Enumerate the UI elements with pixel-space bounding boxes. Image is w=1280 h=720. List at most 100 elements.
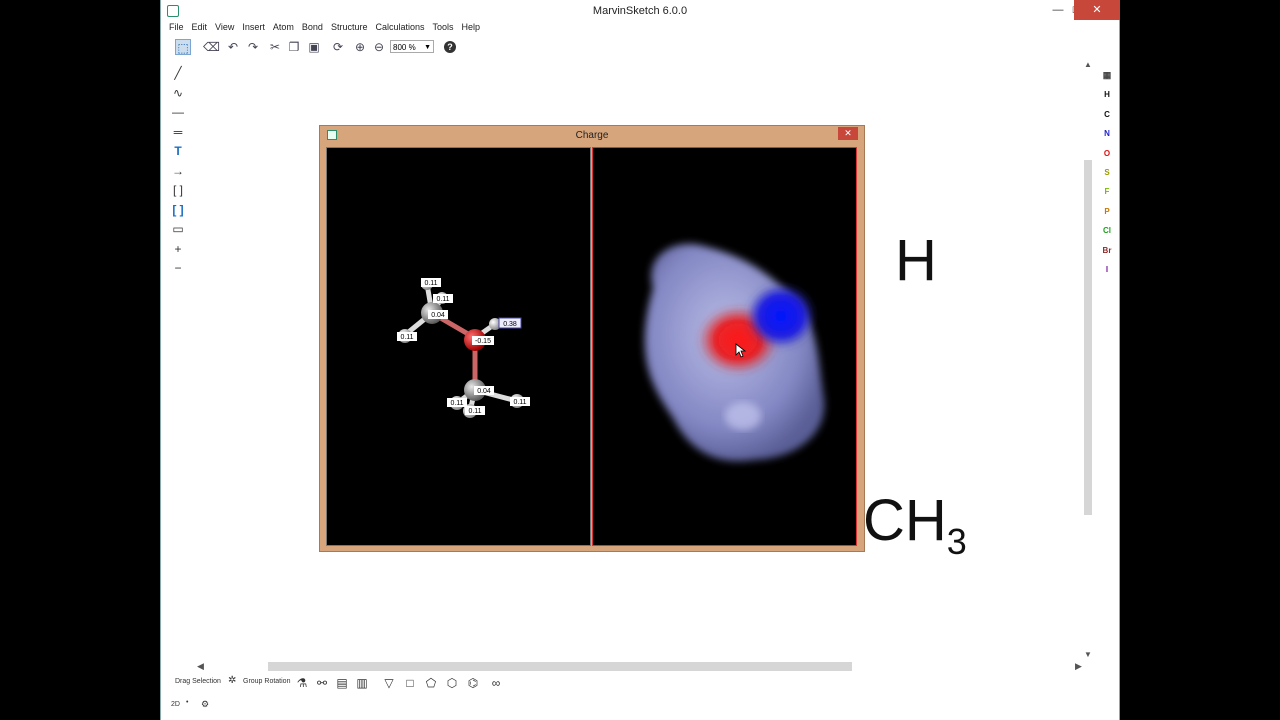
ball-stick-viewer[interactable]: 0.11 0.11 0.04 0.11 -0.15 0.38 0.04 0.11…: [326, 147, 591, 546]
charge-surface: [644, 243, 825, 462]
arrow-tool-icon[interactable]: →: [169, 164, 187, 184]
periodic-table-icon[interactable]: ▦: [1098, 66, 1116, 85]
charge-label: -0.15: [475, 338, 491, 345]
element-h-button[interactable]: H: [1098, 85, 1116, 104]
scroll-down-icon[interactable]: ▼: [1083, 650, 1093, 659]
element-s-button[interactable]: S: [1098, 163, 1116, 182]
rotate-3d-icon[interactable]: ⟳: [330, 39, 346, 55]
dialog-close-button[interactable]: ✕: [838, 127, 858, 140]
zoom-select[interactable]: 800 % ▼: [390, 40, 434, 53]
undo-icon[interactable]: ↶: [225, 39, 241, 55]
scroll-right-icon[interactable]: ▶: [1075, 661, 1082, 672]
double-bond-icon[interactable]: ═: [169, 125, 187, 145]
vertical-scroll-thumb[interactable]: [1084, 160, 1092, 515]
element-p-button[interactable]: P: [1098, 202, 1116, 221]
dialog-title-bar: Charge ✕: [320, 126, 864, 146]
menu-file[interactable]: File: [169, 22, 184, 32]
template-icon-1[interactable]: ⚗: [296, 677, 308, 689]
charge-dialog: Charge ✕ 0.11 0.11 0.04 0.11 -0.15 0.38 …: [319, 125, 865, 552]
charge-label: 0.11: [468, 408, 481, 415]
bracket-tool-icon[interactable]: [ ]: [169, 183, 187, 203]
scroll-left-icon[interactable]: ◀: [197, 661, 204, 672]
status-settings-icon[interactable]: ⚙: [201, 699, 209, 710]
benzene-icon[interactable]: ⌬: [467, 677, 479, 689]
drag-selection-label[interactable]: Drag Selection: [175, 678, 221, 685]
naphthalene-icon[interactable]: ∞: [487, 677, 505, 689]
chevron-down-icon: ▼: [424, 44, 431, 51]
cyclopentane-icon[interactable]: ⬠: [425, 677, 437, 689]
status-bar: 2D • ⚙: [161, 697, 1119, 713]
scroll-up-icon[interactable]: ▲: [1083, 60, 1093, 69]
surface-viewer[interactable]: [592, 147, 857, 546]
group-rotation-label[interactable]: Group Rotation: [243, 678, 290, 685]
molecule-ball-stick: 0.11 0.11 0.04 0.11 -0.15 0.38 0.04 0.11…: [397, 278, 530, 418]
cut-icon[interactable]: ✂: [267, 39, 283, 55]
single-bond-icon[interactable]: ╱: [169, 66, 187, 86]
bond-line-icon[interactable]: —: [169, 105, 187, 125]
element-f-button[interactable]: F: [1098, 182, 1116, 201]
menu-atom[interactable]: Atom: [273, 22, 294, 32]
menu-edit[interactable]: Edit: [192, 22, 208, 32]
zoom-in-icon[interactable]: ⊕: [352, 39, 368, 55]
cyclobutane-icon[interactable]: □: [404, 677, 416, 689]
menu-structure[interactable]: Structure: [331, 22, 368, 32]
status-dot-icon: •: [186, 699, 189, 706]
text-tool-icon[interactable]: T: [169, 144, 187, 164]
menu-view[interactable]: View: [215, 22, 234, 32]
cyclopropane-icon[interactable]: ▽: [383, 677, 395, 689]
chain-icon[interactable]: ∿: [169, 86, 187, 106]
redo-icon[interactable]: ↷: [245, 39, 261, 55]
copy-icon[interactable]: ❐: [286, 39, 302, 55]
charge-label: 0.04: [431, 312, 445, 319]
cyclohexane-icon[interactable]: ⬡: [446, 677, 458, 689]
main-toolbar: ⬚ ⌫ ↶ ↷ ✂ ❐ ▣ ⟳ ⊕ ⊖ 800 % ▼ ?: [161, 37, 1119, 57]
menu-bond[interactable]: Bond: [302, 22, 323, 32]
close-button[interactable]: ✕: [1074, 0, 1120, 20]
ch-subscript: 3: [946, 521, 967, 562]
charge-label: 0.11: [400, 334, 413, 341]
rectangle-tool-icon[interactable]: ▭: [169, 222, 187, 242]
element-n-button[interactable]: N: [1098, 124, 1116, 143]
element-o-button[interactable]: O: [1098, 144, 1116, 163]
charge-label: 0.11: [436, 296, 449, 303]
element-c-button[interactable]: C: [1098, 105, 1116, 124]
menu-calculations[interactable]: Calculations: [375, 22, 424, 32]
ch-text: CH: [863, 488, 947, 553]
element-cl-button[interactable]: Cl: [1098, 221, 1116, 240]
group-rotation-icon[interactable]: ✲: [228, 675, 236, 686]
group-bracket-icon[interactable]: [ ]: [169, 203, 187, 223]
vertical-scrollbar[interactable]: ▲ ▼: [1083, 60, 1093, 660]
template-icon-2[interactable]: ⚯: [316, 677, 328, 689]
help-icon[interactable]: ?: [444, 41, 456, 53]
element-palette: ▦ H C N O S F P Cl Br I: [1098, 66, 1116, 279]
template-icon-3[interactable]: ▤: [336, 677, 348, 689]
minus-tool-icon[interactable]: −: [169, 261, 187, 281]
window-title: MarvinSketch 6.0.0: [592, 5, 688, 17]
plus-tool-icon[interactable]: +: [169, 242, 187, 262]
element-br-button[interactable]: Br: [1098, 241, 1116, 260]
partial-ch-label: CH3: [863, 492, 967, 560]
template-icon-4[interactable]: ▥: [356, 677, 368, 689]
bottom-toolbar: Drag Selection ✲ Group Rotation ⚗ ⚯ ▤ ▥ …: [161, 672, 1119, 694]
zoom-out-icon[interactable]: ⊖: [371, 39, 387, 55]
eraser-icon[interactable]: ⌫: [203, 39, 220, 55]
dialog-title: Charge: [575, 130, 609, 141]
dimension-mode: 2D: [171, 701, 180, 708]
charge-label: 0.04: [477, 388, 491, 395]
charge-label: 0.11: [424, 280, 437, 287]
charge-label: 0.11: [513, 399, 526, 406]
charge-label: 0.38: [503, 321, 517, 328]
menu-tools[interactable]: Tools: [433, 22, 454, 32]
element-i-button[interactable]: I: [1098, 260, 1116, 279]
menu-help[interactable]: Help: [462, 22, 481, 32]
zoom-value: 800 %: [393, 43, 416, 52]
left-toolbar: ╱ ∿ — ═ T → [ ] [ ] ▭ + −: [169, 66, 193, 281]
horizontal-scroll-thumb[interactable]: [268, 662, 852, 671]
menu-bar: File Edit View Insert Atom Bond Structure Calcu…: [161, 22, 1119, 36]
charge-label: 0.11: [450, 400, 463, 407]
paste-icon[interactable]: ▣: [306, 39, 322, 55]
title-bar: MarvinSketch 6.0.0 — ☐ ✕: [161, 0, 1120, 22]
partial-h-label: H: [895, 228, 937, 293]
menu-insert[interactable]: Insert: [242, 22, 265, 32]
select-tool-icon[interactable]: ⬚: [175, 39, 191, 55]
